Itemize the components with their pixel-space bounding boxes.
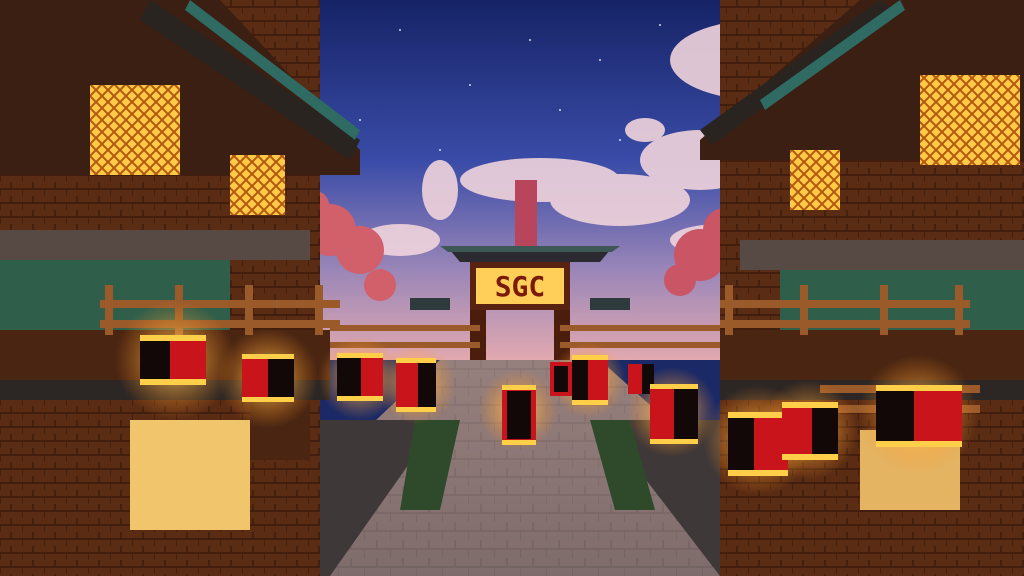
lantern <box>396 358 436 412</box>
glowing-window-left-2 <box>230 155 285 215</box>
lantern <box>650 384 698 444</box>
game-viewport[interactable]: SGC <box>0 0 1024 576</box>
world-render: SGC <box>0 0 1024 576</box>
lantern <box>876 385 962 447</box>
distant-tower <box>515 180 537 250</box>
lantern <box>502 385 536 445</box>
gate-sign-text: SGC <box>495 270 546 303</box>
lantern <box>242 354 294 402</box>
glowing-window-right-2 <box>790 150 840 210</box>
lantern <box>140 335 206 385</box>
lantern <box>337 353 383 401</box>
lit-doorway-left <box>130 420 250 530</box>
glowing-window-left-1 <box>90 85 180 175</box>
lantern <box>572 355 608 405</box>
glowing-window-right-1 <box>920 75 1020 165</box>
lantern <box>728 412 788 476</box>
lantern <box>782 402 838 460</box>
lantern <box>550 362 572 396</box>
